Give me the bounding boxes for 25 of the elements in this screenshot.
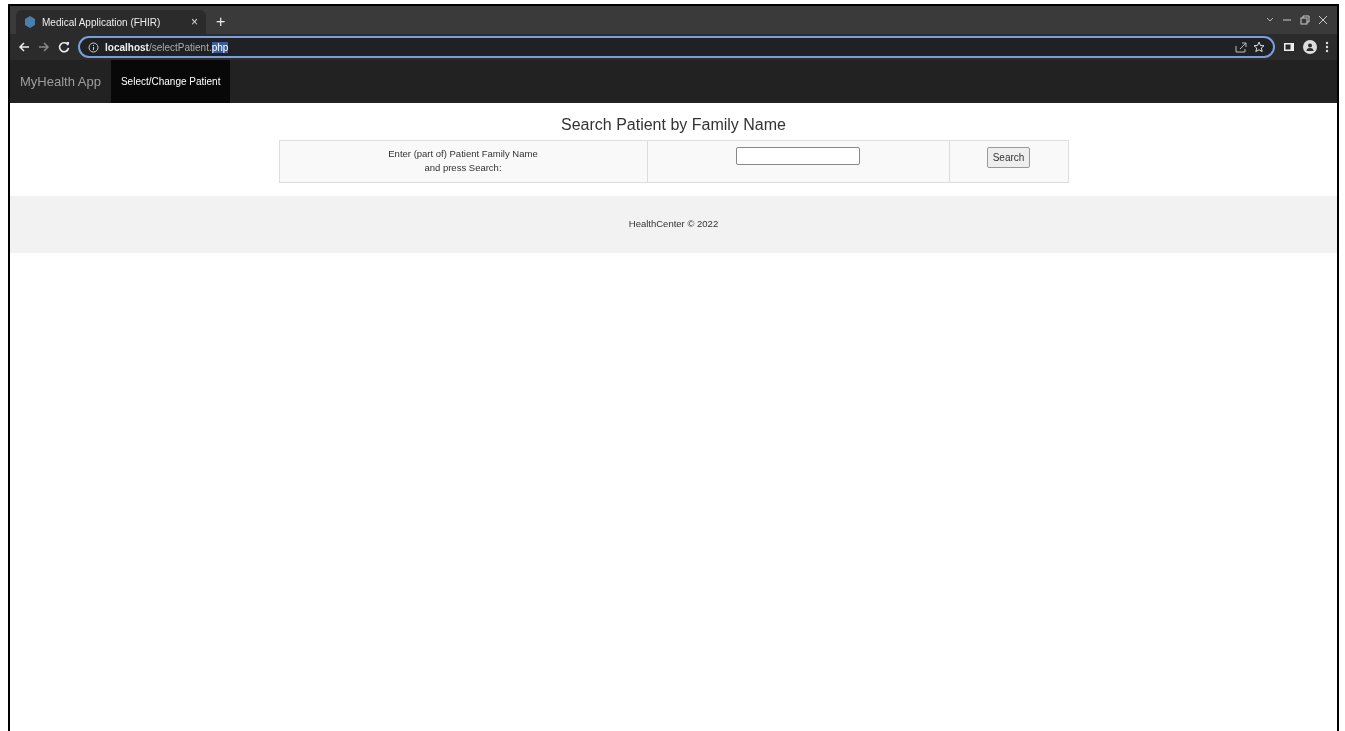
address-bar[interactable]: localhost/selectPatient.php xyxy=(78,36,1275,58)
menu-icon[interactable] xyxy=(1325,41,1329,53)
browser-tab[interactable]: Medical Application (FHIR) × xyxy=(16,10,206,34)
instruction-text: Enter (part of) Patient Family Name and press Search: xyxy=(279,140,647,183)
side-panel-icon[interactable] xyxy=(1283,41,1295,53)
close-tab-button[interactable]: × xyxy=(191,13,198,31)
footer-text: HealthCenter © 2022 xyxy=(628,217,719,232)
nav-link[interactable]: Select/Change Patient xyxy=(110,60,231,103)
new-tab-button[interactable]: + xyxy=(206,10,236,34)
forward-arrow-icon[interactable] xyxy=(38,41,50,53)
page-heading: Search Patient by Family Name xyxy=(560,115,787,135)
restore-icon[interactable] xyxy=(1299,15,1311,25)
search-button[interactable]: Search xyxy=(986,147,1031,169)
hexagon-icon xyxy=(24,16,36,28)
share-icon[interactable] xyxy=(1235,41,1247,53)
profile-icon[interactable] xyxy=(1303,40,1317,54)
star-icon[interactable] xyxy=(1253,41,1265,53)
back-arrow-icon[interactable] xyxy=(18,41,30,53)
app-brand[interactable]: MyHealth App xyxy=(10,60,111,103)
url-text: localhost/selectPatient.php xyxy=(105,40,229,55)
reload-icon[interactable] xyxy=(58,41,70,53)
close-icon[interactable] xyxy=(1317,15,1329,25)
family-name-field[interactable] xyxy=(736,147,860,166)
info-icon xyxy=(88,41,99,53)
tab-title: Medical Application (FHIR) xyxy=(42,15,161,30)
